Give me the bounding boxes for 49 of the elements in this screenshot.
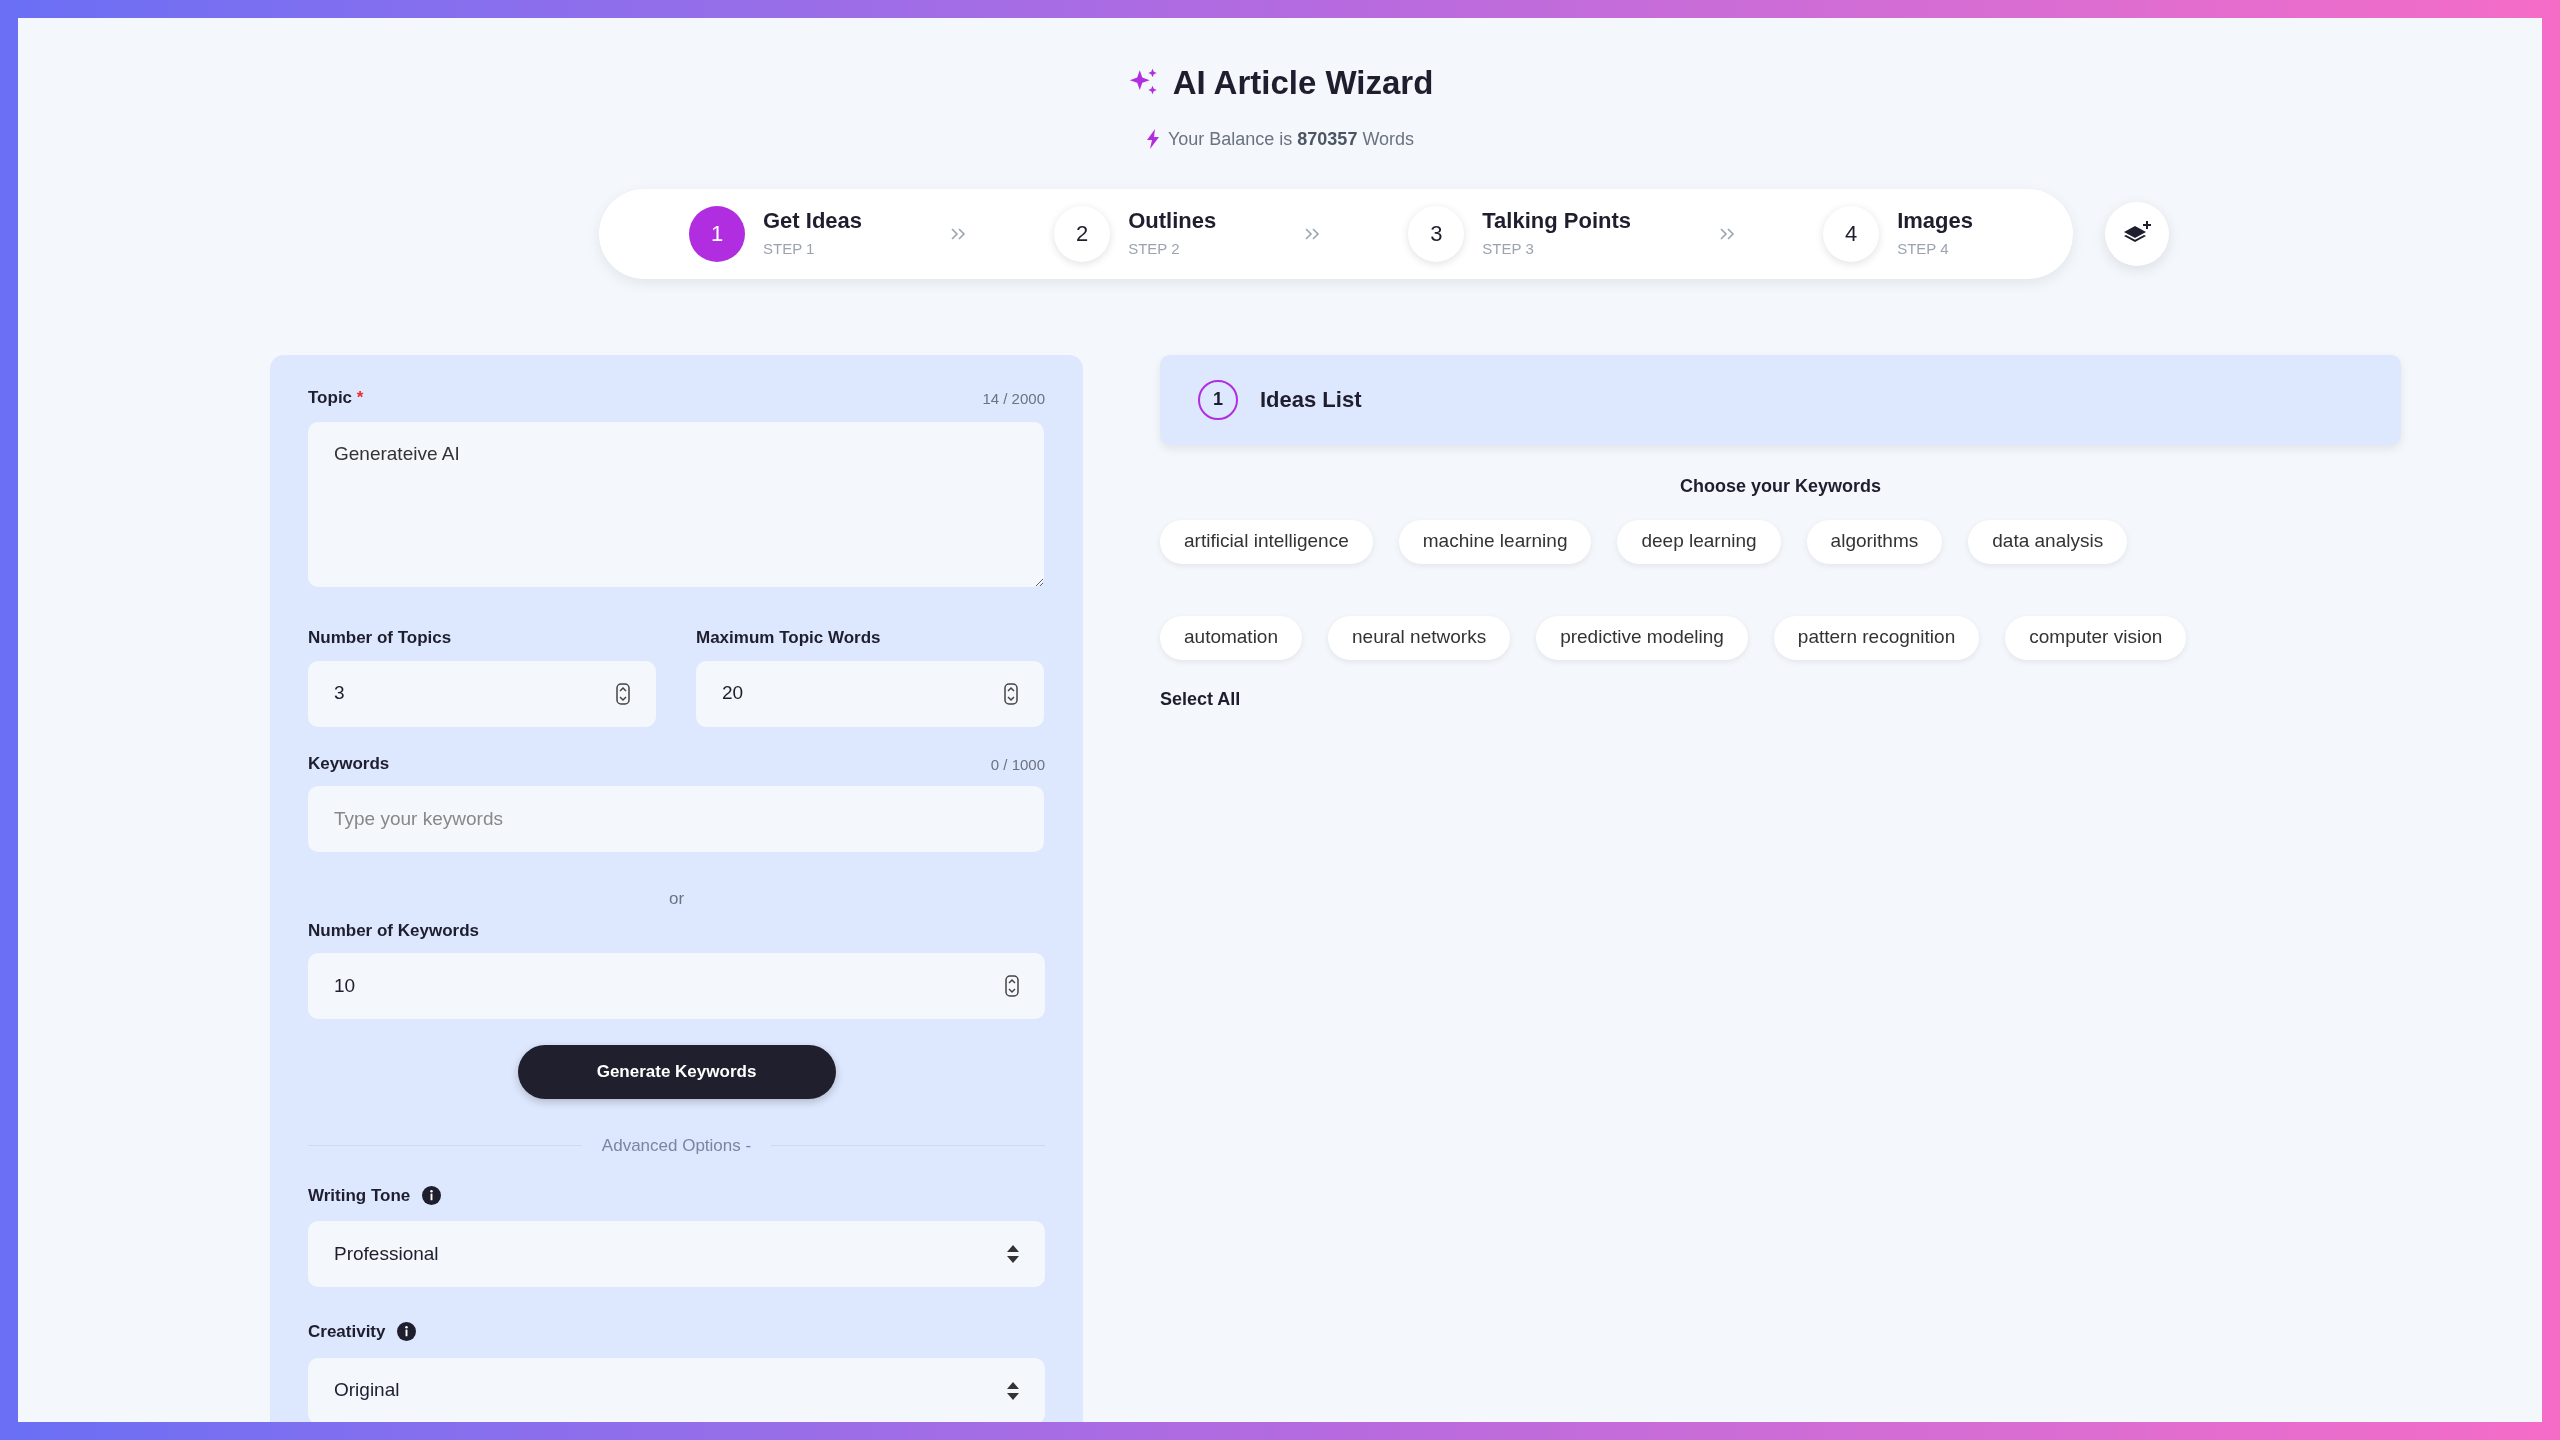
character-counter: 0 / 1000 [990, 754, 1045, 775]
topic-textarea[interactable]: Generateive AI [308, 422, 1044, 587]
sort-caret-icon [1007, 1381, 1019, 1400]
number-field[interactable]: 20 [696, 660, 1044, 727]
keyword-chip[interactable]: pattern recognition [1773, 615, 1980, 660]
step-number: 1 [1198, 379, 1238, 420]
section-heading: Choose your Keywords [1679, 474, 1881, 498]
double-chevron-icon [1719, 226, 1736, 241]
step-item[interactable]: 1 Get Ideas STEP 1 [689, 205, 863, 262]
keyword-chip[interactable]: deep learning [1617, 519, 1781, 564]
field-label: Topic * [308, 386, 364, 409]
keyword-chip[interactable]: artificial intelligence [1160, 519, 1373, 564]
number-field[interactable]: 3 [308, 660, 656, 727]
step-item[interactable]: 2 Outlines STEP 2 [1054, 205, 1217, 262]
select-field[interactable]: Original [308, 1357, 1045, 1422]
panel-title: Ideas List [1260, 386, 1362, 414]
field-label: Creativity [308, 1321, 386, 1343]
keyword-chip[interactable]: predictive modeling [1536, 615, 1748, 660]
info-icon [422, 1185, 442, 1205]
info-icon [397, 1322, 417, 1342]
keyword-chip[interactable]: algorithms [1806, 519, 1943, 564]
keywords-input[interactable]: Type your keywords [308, 786, 1044, 852]
number-field[interactable]: 10 [308, 953, 1045, 1019]
sort-caret-icon [1007, 1245, 1019, 1263]
or-separator: or [668, 888, 685, 910]
select-field[interactable]: Professional [308, 1221, 1045, 1287]
spinner-icon [616, 682, 630, 705]
spinner-icon [1005, 975, 1019, 997]
field-label: Maximum Topic Words [696, 627, 882, 649]
field-label: Keywords [308, 752, 390, 775]
generate-keywords-button[interactable]: Generate Keywords [517, 1045, 836, 1099]
keyword-chip[interactable]: neural networks [1328, 615, 1511, 660]
field-label: Number of Topics [308, 627, 453, 649]
keyword-chip[interactable]: computer vision [2005, 615, 2187, 660]
page-title: AI Article Wizard [1172, 63, 1434, 103]
keyword-chip[interactable]: machine learning [1398, 519, 1592, 564]
field-label: Writing Tone [308, 1184, 411, 1207]
balance-text: Your Balance is 870357 Words [1167, 127, 1415, 151]
keyword-chip[interactable]: automation [1160, 615, 1302, 660]
character-counter: 14 / 2000 [982, 388, 1045, 409]
select-all-link[interactable]: Select All [1160, 685, 1241, 713]
double-chevron-icon [950, 226, 967, 241]
keyword-chip[interactable]: data analysis [1968, 519, 2128, 564]
lightning-icon [1145, 129, 1160, 149]
step-item[interactable]: 4 Images STEP 4 [1823, 205, 1973, 262]
field-label: Number of Keywords [308, 919, 480, 942]
step-item[interactable]: 3 Talking Points STEP 3 [1408, 205, 1632, 262]
spinner-icon [1004, 682, 1018, 705]
double-chevron-icon [1304, 226, 1321, 241]
